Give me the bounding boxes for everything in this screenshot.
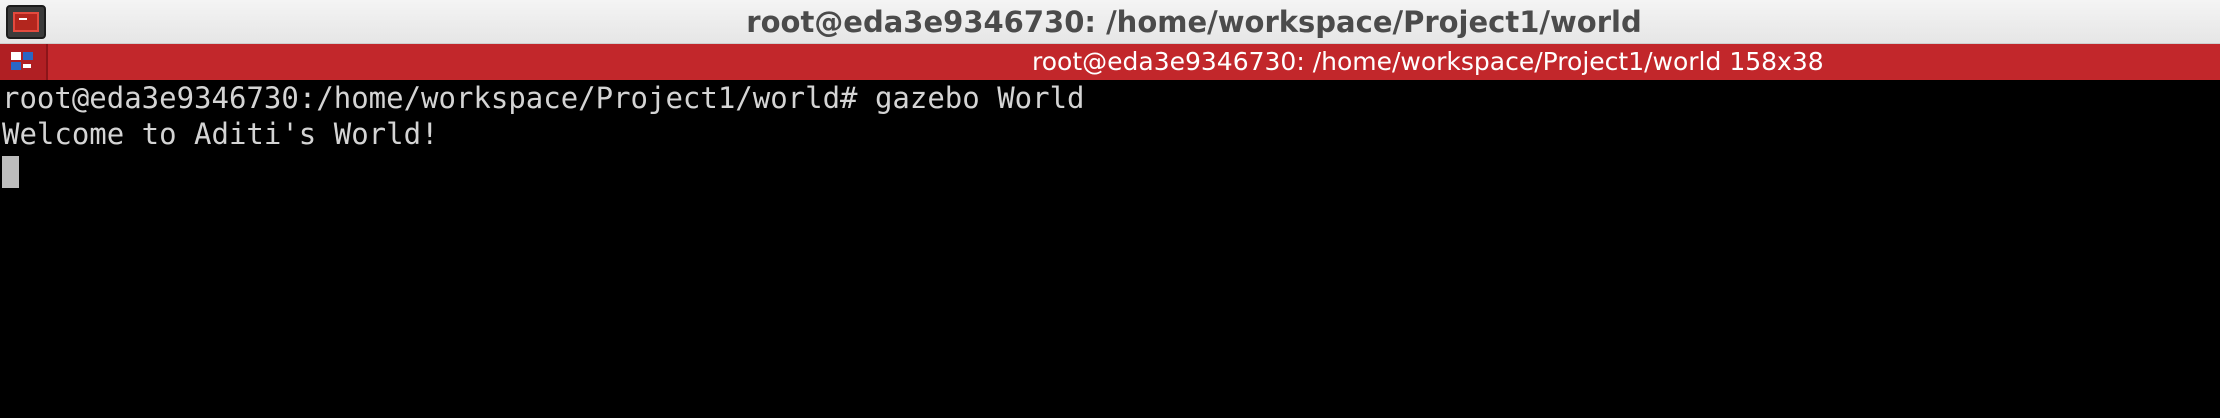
window-title: root@eda3e9346730: /home/workspace/Proje… bbox=[746, 5, 1642, 39]
terminal-line: root@eda3e9346730:/home/workspace/Projec… bbox=[2, 81, 1085, 115]
tab-bar: root@eda3e9346730: /home/workspace/Proje… bbox=[0, 44, 2220, 80]
title-bar[interactable]: root@eda3e9346730: /home/workspace/Proje… bbox=[0, 0, 2220, 44]
terminal-output[interactable]: root@eda3e9346730:/home/workspace/Projec… bbox=[0, 80, 2220, 418]
tab-title[interactable]: root@eda3e9346730: /home/workspace/Proje… bbox=[1032, 44, 1824, 80]
terminal-grid-icon[interactable] bbox=[0, 44, 48, 80]
terminal-line: Welcome to Aditi's World! bbox=[2, 117, 439, 151]
terminal-cursor bbox=[2, 156, 19, 188]
terminal-window: root@eda3e9346730: /home/workspace/Proje… bbox=[0, 0, 2220, 418]
grid-icon-shape bbox=[11, 52, 35, 72]
